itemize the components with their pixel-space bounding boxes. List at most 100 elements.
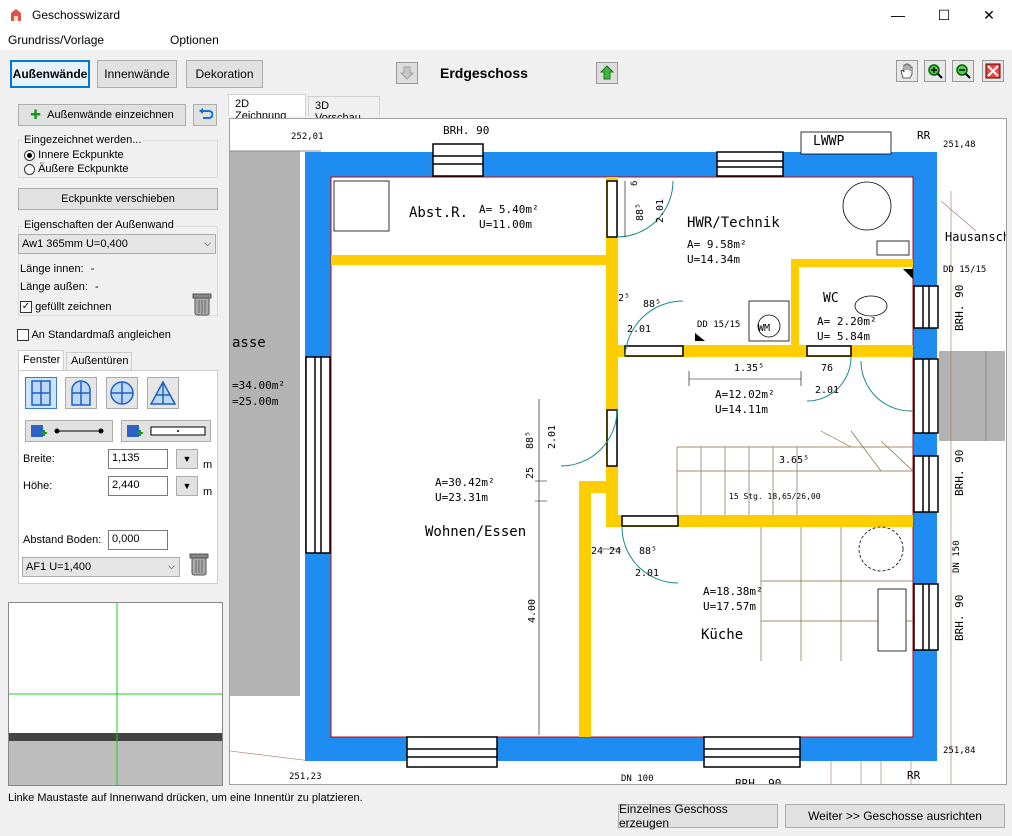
window-type-1-button[interactable] (25, 377, 57, 409)
height-input[interactable]: 2,440 (108, 476, 168, 496)
window-frame-mode-button[interactable] (121, 420, 211, 442)
radio-outer-indicator (24, 163, 35, 175)
floor-down-button[interactable] (396, 62, 418, 84)
dim-201c: 2.01 (815, 385, 839, 396)
floor-distance-label: Abstand Boden: (23, 534, 102, 546)
room-area-4: A=30.42m² (435, 476, 495, 489)
standard-label: An Standardmaß angleichen (31, 329, 171, 341)
window-preview (8, 602, 223, 786)
floor-plan-canvas[interactable]: 252,01 251,48 251,23 251,84 BRH. 90 BRH.… (229, 118, 1007, 785)
dd-right-label: DD 15/15 (943, 265, 986, 275)
tab-windows[interactable]: Fenster (18, 350, 64, 370)
window-type-4-button[interactable] (147, 377, 179, 409)
coord-br: 251,84 (943, 746, 976, 756)
room-area-1: A= 9.58m² (687, 238, 747, 251)
width-input[interactable]: 1,135 (108, 449, 168, 469)
dim-6: 6 (630, 181, 640, 186)
brh-top: BRH. 90 (443, 124, 489, 137)
window-preview-drawing (9, 603, 222, 785)
room-name-1: HWR/Technik (687, 215, 780, 231)
room-area-2: A= 2.20m² (817, 315, 877, 328)
floor-distance-input[interactable]: 0,000 (108, 530, 168, 550)
arrow-down-icon (399, 66, 415, 80)
window-type-3-button[interactable] (106, 377, 138, 409)
length-outer-value: - (94, 281, 99, 293)
room-name-5: Küche (701, 627, 743, 643)
window-frame-icon (127, 425, 206, 437)
height-unit: m (203, 486, 213, 498)
window-type-select[interactable]: AF1 U=1,400 ⌵ (22, 557, 180, 577)
room-area-5: A=18.38m² (703, 585, 763, 598)
filled-label: gefüllt zeichnen (35, 301, 112, 313)
radio-outer-corners[interactable]: Äußere Eckpunkte (24, 163, 129, 175)
window-triangle-icon (149, 380, 177, 405)
dim-201d: 2.01 (547, 425, 558, 449)
length-outer-row: Länge außen: - (20, 281, 99, 293)
terrace-label: asse (232, 335, 266, 351)
arrow-up-icon (599, 65, 615, 80)
brh-right-3: BRH. 90 (953, 595, 966, 641)
menu-grundriss[interactable]: Grundriss/Vorlage (0, 33, 112, 47)
tab-decoration[interactable]: Dekoration (186, 60, 263, 88)
zoom-in-icon (928, 64, 943, 79)
zoom-out-button[interactable] (952, 60, 974, 82)
rr-bottom-label: RR (907, 769, 921, 782)
radio-inner-corners[interactable]: Innere Eckpunkte (24, 149, 124, 161)
pan-hand-button[interactable] (896, 60, 918, 82)
height-dropdown-button[interactable]: ▼ (176, 476, 198, 496)
length-inner-row: Länge innen: - (20, 263, 94, 275)
window-rect-icon (31, 380, 51, 406)
zoom-in-button[interactable] (924, 60, 946, 82)
undo-icon (199, 108, 213, 119)
maximize-icon[interactable]: ☐ (921, 0, 967, 30)
undo-button[interactable] (193, 104, 217, 126)
coord-bl: 251,23 (289, 772, 322, 782)
window-type-value: AF1 U=1,400 (26, 561, 92, 573)
filled-checkbox[interactable]: ✓ gefüllt zeichnen (20, 301, 112, 314)
standard-checkbox[interactable]: An Standardmaß angleichen (17, 329, 171, 342)
delete-view-button[interactable] (982, 60, 1004, 82)
dn100-label: DN 100 (621, 774, 654, 784)
trash-icon[interactable] (188, 551, 210, 577)
tab-doors[interactable]: Außentüren (66, 352, 132, 370)
single-floor-button[interactable]: Einzelnes Geschoss erzeugen (618, 802, 778, 830)
rr-top-label: RR (917, 129, 931, 142)
next-align-floors-button[interactable]: Weiter >> Geschosse ausrichten (785, 804, 1005, 828)
terrace-perimeter: =25.00m (232, 395, 279, 408)
dim-365: 3.65⁵ (779, 455, 809, 466)
trash-icon[interactable] (191, 291, 213, 317)
window-arch-icon (71, 380, 91, 406)
floor-up-button[interactable] (596, 62, 618, 84)
room-perim-4: U=23.31m (435, 491, 488, 504)
close-icon[interactable]: ✕ (966, 0, 1012, 30)
window-width-mode-button[interactable] (25, 420, 113, 442)
wall-type-select[interactable]: Aw1 365mm U=0,400 ⌵ (18, 234, 216, 254)
app-icon (11, 9, 21, 21)
dim-2424: 24 24 (591, 546, 621, 557)
window-dimension-line-icon (31, 425, 104, 437)
tab-outer-walls[interactable]: Außenwände (10, 60, 90, 88)
radio-outer-label: Äußere Eckpunkte (38, 163, 129, 175)
tab-inner-walls[interactable]: Innenwände (97, 60, 177, 88)
chevron-down-icon: ⌵ (168, 561, 175, 571)
room-perim-0: U=11.00m (479, 218, 532, 231)
dim-400: 4.00 (527, 599, 538, 623)
tab-2d-drawing[interactable]: 2D Zeichnung (228, 94, 306, 122)
width-dropdown-button[interactable]: ▼ (176, 449, 198, 469)
room-name-2: WC (823, 291, 839, 306)
delete-icon (985, 63, 1001, 79)
wm-label: WM (758, 323, 770, 334)
menu-optionen[interactable]: Optionen (162, 33, 227, 47)
length-inner-label: Länge innen: (20, 263, 84, 275)
minimize-icon[interactable]: — (875, 0, 921, 30)
room-name-4: Wohnen/Essen (425, 524, 526, 540)
move-corners-button[interactable]: Eckpunkte verschieben (18, 188, 218, 210)
plus-icon: ✚ (30, 107, 42, 122)
tab-3d-preview[interactable]: 3D Vorschau (308, 96, 380, 124)
window-type-2-button[interactable] (65, 377, 97, 409)
menu-bar: Grundriss/Vorlage Optionen (0, 30, 1012, 50)
draw-outer-walls-button[interactable]: ✚ Außenwände einzeichnen (18, 104, 186, 126)
dim-201e: 2.01 (635, 568, 659, 579)
chevron-down-icon: ⌵ (204, 238, 211, 248)
title-bar: Geschosswizard — ☐ ✕ (0, 0, 1012, 30)
